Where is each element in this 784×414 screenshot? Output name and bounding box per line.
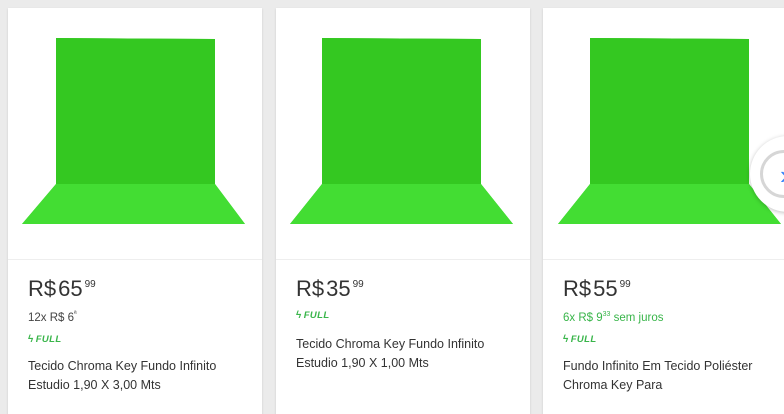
lightning-bolt-icon: ϟ <box>563 333 569 345</box>
price-integer: 35 <box>326 276 351 301</box>
full-shipping-badge: ϟ FULL <box>28 334 242 345</box>
product-info: R$ 35 99 ϟ FULL Tecido Chroma Key Fundo … <box>276 260 530 373</box>
lightning-bolt-icon: ϟ <box>296 310 302 321</box>
product-title[interactable]: Tecido Chroma Key Fundo Infinito Estudio… <box>296 335 516 373</box>
lightning-bolt-icon: ϟ <box>28 333 34 345</box>
price-cents: 99 <box>84 279 96 290</box>
product-title[interactable]: Tecido Chroma Key Fundo Infinito Estudio… <box>28 357 248 395</box>
product-card[interactable]: R$ 65 99 12x R$ 6ª ϟ FULL Tecido Chroma … <box>8 8 262 414</box>
full-label: FULL <box>35 333 62 345</box>
green-chroma-backdrop-icon <box>290 38 513 224</box>
chevron-right-icon: › <box>780 160 784 191</box>
product-image[interactable] <box>276 8 530 260</box>
green-chroma-backdrop-icon <box>558 38 781 224</box>
product-carousel: R$ 65 99 12x R$ 6ª ϟ FULL Tecido Chroma … <box>0 0 784 414</box>
price-cents: 99 <box>619 279 631 290</box>
installments-cents: ª <box>74 311 77 318</box>
price-integer: 55 <box>593 276 618 301</box>
installments: 12x R$ 6ª <box>28 308 242 325</box>
full-label: FULL <box>303 310 330 321</box>
price-currency: R$ <box>296 276 325 301</box>
product-image[interactable] <box>8 8 262 260</box>
product-info: R$ 65 99 12x R$ 6ª ϟ FULL Tecido Chroma … <box>8 260 262 395</box>
product-price: R$ 65 99 <box>28 278 242 300</box>
product-card[interactable]: R$ 55 99 6x R$ 933 sem juros ϟ FULL Fund… <box>543 8 784 414</box>
installments-value: 12x R$ 6 <box>28 311 75 324</box>
full-shipping-badge: ϟ FULL <box>563 334 777 345</box>
full-shipping-badge: ϟ FULL <box>296 310 510 321</box>
product-title[interactable]: Fundo Infinito Em Tecido Poliéster Chrom… <box>563 357 783 395</box>
product-price: R$ 35 99 <box>296 278 510 300</box>
price-currency: R$ <box>28 276 57 301</box>
price-currency: R$ <box>563 276 592 301</box>
green-chroma-backdrop-icon <box>22 38 245 224</box>
product-info: R$ 55 99 6x R$ 933 sem juros ϟ FULL Fund… <box>543 260 784 395</box>
installments: 6x R$ 933 sem juros <box>563 308 777 325</box>
product-card[interactable]: R$ 35 99 ϟ FULL Tecido Chroma Key Fundo … <box>276 8 530 414</box>
price-integer: 65 <box>58 276 83 301</box>
product-image[interactable] <box>543 8 784 260</box>
full-label: FULL <box>570 333 597 345</box>
installments-value: 6x R$ 9 <box>563 311 603 324</box>
installments-suffix: sem juros <box>610 311 664 324</box>
product-price: R$ 55 99 <box>563 278 777 300</box>
price-cents: 99 <box>352 279 364 290</box>
